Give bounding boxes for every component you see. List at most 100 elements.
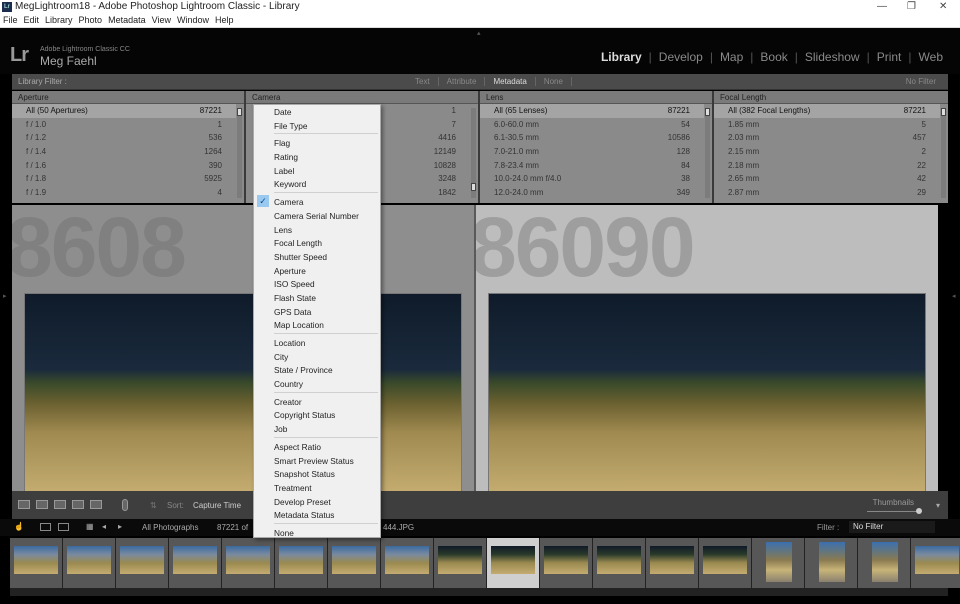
- metadata-row[interactable]: 2.03 mm 457: [714, 131, 940, 145]
- metadata-row[interactable]: 6.1-30.5 mm 10586: [480, 131, 704, 145]
- maximize-button[interactable]: ❐: [907, 1, 916, 12]
- menu-item-flash-state[interactable]: Flash State: [254, 291, 380, 305]
- filter-tab-none[interactable]: None: [536, 77, 572, 86]
- metadata-row[interactable]: 2.18 mm 22: [714, 159, 940, 173]
- menu-item-file-type[interactable]: File Type: [254, 119, 380, 133]
- filmstrip-thumb[interactable]: [328, 538, 380, 588]
- metadata-row[interactable]: 2.65 mm 42: [714, 172, 940, 186]
- menu-item-lens[interactable]: Lens: [254, 223, 380, 237]
- file-name[interactable]: 444.JPG: [383, 523, 414, 532]
- menu-item-none[interactable]: None: [254, 526, 380, 540]
- menu-item-location[interactable]: Location: [254, 336, 380, 350]
- metadata-row[interactable]: f / 1.2 536: [12, 131, 236, 145]
- right-panel-toggle-icon[interactable]: ◂: [952, 292, 956, 300]
- filmstrip-thumb[interactable]: [699, 538, 751, 588]
- filter-tab-metadata[interactable]: Metadata: [485, 77, 536, 86]
- menu-edit[interactable]: Edit: [24, 15, 40, 27]
- menu-item-focal-length[interactable]: Focal Length: [254, 236, 380, 250]
- metadata-row[interactable]: f / 1.0 1: [12, 118, 236, 132]
- metadata-row[interactable]: 7.0-21.0 mm 128: [480, 145, 704, 159]
- filmstrip-filter-dropdown[interactable]: No Filter: [849, 521, 935, 533]
- menu-item-shutter-speed[interactable]: Shutter Speed: [254, 250, 380, 264]
- grid-icon[interactable]: ▦: [86, 522, 94, 531]
- filmstrip-thumb[interactable]: [911, 538, 960, 588]
- filmstrip-thumb[interactable]: [646, 538, 698, 588]
- metadata-row[interactable]: 2.87 mm 29: [714, 186, 940, 200]
- sort-dropdown[interactable]: Capture Time: [193, 501, 241, 510]
- menu-item-camera-serial-number[interactable]: Camera Serial Number: [254, 209, 380, 223]
- grid-cell-selected[interactable]: 86090: [476, 205, 938, 491]
- compare-view-icon[interactable]: [54, 500, 66, 509]
- menu-item-treatment[interactable]: Treatment: [254, 481, 380, 495]
- module-slideshow[interactable]: Slideshow: [798, 50, 867, 64]
- metadata-row[interactable]: 1.85 mm 5: [714, 118, 940, 132]
- metadata-row[interactable]: All (50 Apertures) 87221: [12, 104, 236, 118]
- filmstrip-thumb[interactable]: [169, 538, 221, 588]
- module-map[interactable]: Map: [713, 50, 750, 64]
- menu-library[interactable]: Library: [45, 15, 73, 27]
- filmstrip-source[interactable]: All Photographs: [142, 523, 198, 532]
- left-panel-toggle-icon[interactable]: ▸: [3, 292, 7, 300]
- filmstrip-thumb[interactable]: [593, 538, 645, 588]
- filmstrip-thumb[interactable]: [858, 538, 910, 588]
- filmstrip-thumb[interactable]: [10, 538, 62, 588]
- menu-item-metadata-status[interactable]: Metadata Status: [254, 508, 380, 522]
- scroll-thumb[interactable]: [705, 108, 710, 116]
- menu-photo[interactable]: Photo: [79, 15, 103, 27]
- sort-direction-icon[interactable]: ⇅: [150, 501, 157, 510]
- scroll-thumb[interactable]: [471, 183, 476, 191]
- menu-item-rating[interactable]: Rating: [254, 150, 380, 164]
- filmstrip-thumb[interactable]: [63, 538, 115, 588]
- menu-item-develop-preset[interactable]: Develop Preset: [254, 495, 380, 509]
- menu-item-job[interactable]: Job: [254, 422, 380, 436]
- module-print[interactable]: Print: [870, 50, 909, 64]
- menu-item-iso-speed[interactable]: ISO Speed: [254, 277, 380, 291]
- menu-item-camera[interactable]: ✓ Camera: [254, 195, 380, 209]
- menu-item-creator[interactable]: Creator: [254, 395, 380, 409]
- close-button[interactable]: ✕: [939, 1, 947, 12]
- metadata-row[interactable]: 7.8-23.4 mm 84: [480, 159, 704, 173]
- filter-preset-dropdown[interactable]: No Filter: [906, 77, 936, 86]
- menu-item-flag[interactable]: Flag: [254, 136, 380, 150]
- menu-view[interactable]: View: [152, 15, 171, 27]
- loupe-view-icon[interactable]: [36, 500, 48, 509]
- menu-item-country[interactable]: Country: [254, 377, 380, 391]
- metadata-row[interactable]: f / 1.9 4: [12, 186, 236, 200]
- menu-metadata[interactable]: Metadata: [108, 15, 146, 27]
- main-window-icon[interactable]: [40, 523, 51, 531]
- slider-knob[interactable]: [916, 508, 923, 514]
- filmstrip-thumb[interactable]: [116, 538, 168, 588]
- menu-item-city[interactable]: City: [254, 350, 380, 364]
- menu-item-copyright-status[interactable]: Copyright Status: [254, 408, 380, 422]
- minimize-button[interactable]: —: [877, 1, 887, 12]
- people-view-icon[interactable]: [90, 500, 102, 509]
- metadata-row[interactable]: 12.0-24.0 mm 349: [480, 186, 704, 200]
- menu-window[interactable]: Window: [177, 15, 209, 27]
- filmstrip-thumb-selected[interactable]: [487, 538, 539, 588]
- filmstrip-thumb[interactable]: [752, 538, 804, 588]
- metadata-row[interactable]: 2.15 mm 2: [714, 145, 940, 159]
- menu-item-map-location[interactable]: Map Location: [254, 318, 380, 332]
- column-header[interactable]: Aperture: [12, 91, 244, 104]
- filmstrip-thumb[interactable]: [540, 538, 592, 588]
- filmstrip-thumb[interactable]: [805, 538, 857, 588]
- module-library[interactable]: Library: [594, 50, 649, 64]
- menu-file[interactable]: File: [3, 15, 18, 27]
- metadata-row[interactable]: All (382 Focal Lengths) 87221: [714, 104, 940, 118]
- filmstrip-thumb[interactable]: [222, 538, 274, 588]
- grid-cell[interactable]: 8608: [12, 205, 474, 491]
- menu-help[interactable]: Help: [215, 15, 234, 27]
- column-header[interactable]: Lens: [480, 91, 712, 104]
- metadata-row[interactable]: f / 1.8 5925: [12, 172, 236, 186]
- scroll-thumb[interactable]: [237, 108, 242, 116]
- scrollbar[interactable]: [237, 108, 242, 198]
- scrollbar[interactable]: [705, 108, 710, 198]
- metadata-row[interactable]: All (65 Lenses) 87221: [480, 104, 704, 118]
- toolbar-menu-icon[interactable]: ▾: [936, 501, 940, 510]
- metadata-row[interactable]: 10.0-24.0 mm f/4.0 38: [480, 172, 704, 186]
- metadata-row[interactable]: f / 1.6 390: [12, 159, 236, 173]
- module-book[interactable]: Book: [753, 50, 794, 64]
- metadata-row[interactable]: f / 1.4 1264: [12, 145, 236, 159]
- scroll-thumb[interactable]: [941, 108, 946, 116]
- filter-tab-attribute[interactable]: Attribute: [439, 77, 486, 86]
